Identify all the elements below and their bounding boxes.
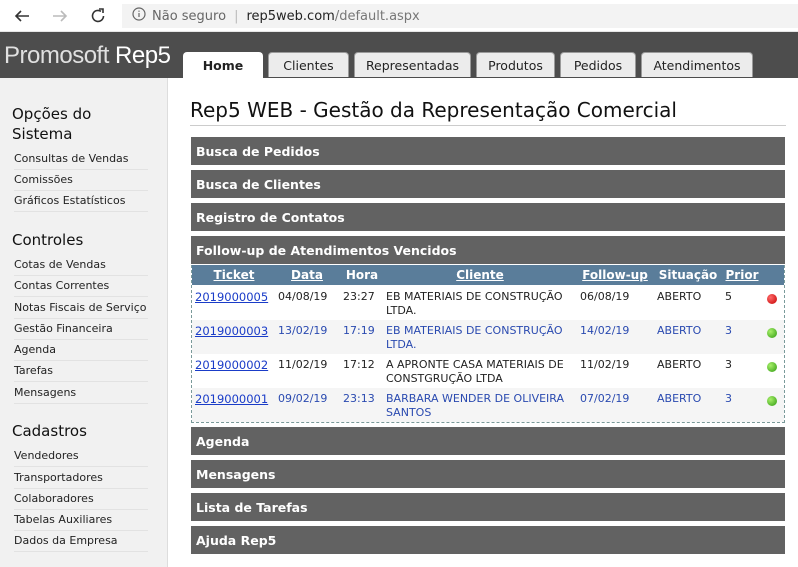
url-host: rep5web.com: [246, 8, 335, 24]
column-cliente[interactable]: Cliente: [440, 265, 520, 285]
sidebar: Opções do Sistema Consultas de Vendas Co…: [0, 78, 168, 567]
table-row[interactable]: 2019000001 09/02/19 23:13 BARBARA WENDER…: [192, 388, 784, 422]
sidebar-item-cotas-vendas[interactable]: Cotas de Vendas: [14, 255, 148, 276]
status-green-icon: [767, 362, 777, 372]
ticket-link[interactable]: 2019000001: [195, 392, 268, 406]
row-status: ABERTO: [657, 324, 702, 337]
section-follow-up[interactable]: Follow-up de Atendimentos Vencidos: [191, 236, 785, 264]
tab-clientes[interactable]: Clientes: [268, 52, 349, 77]
app-logo[interactable]: Promosoft Rep5: [4, 42, 171, 70]
row-client: BARBARA WENDER DE OLIVEIRA SANTOS: [386, 392, 565, 419]
info-icon[interactable]: [132, 7, 146, 25]
forward-arrow-icon[interactable]: [48, 4, 72, 28]
row-followup: 14/02/19: [580, 324, 630, 337]
row-followup: 07/02/19: [580, 392, 630, 405]
tab-representadas[interactable]: Representadas: [354, 52, 471, 77]
sidebar-item-tabelas-auxiliares[interactable]: Tabelas Auxiliares: [14, 510, 148, 531]
column-data[interactable]: Data: [284, 265, 330, 285]
back-arrow-icon[interactable]: [10, 4, 34, 28]
row-client: EB MATERIAIS DE CONSTRUÇÃO LTDA.: [386, 290, 563, 317]
section-busca-pedidos[interactable]: Busca de Pedidos: [191, 137, 785, 165]
address-bar[interactable]: Não seguro | rep5web.com/default.aspx: [122, 4, 798, 28]
section-mensagens[interactable]: Mensagens: [191, 460, 785, 488]
ticket-link[interactable]: 2019000005: [195, 290, 268, 304]
sidebar-item-consultas-vendas[interactable]: Consultas de Vendas: [14, 149, 148, 170]
row-priority: 3: [725, 358, 732, 371]
section-registro-contatos[interactable]: Registro de Contatos: [191, 203, 785, 231]
section-ajuda[interactable]: Ajuda Rep5: [191, 526, 785, 554]
row-date: 13/02/19: [278, 324, 328, 337]
refresh-icon[interactable]: [86, 4, 110, 28]
security-label: Não seguro: [152, 8, 227, 24]
column-hora: Hora: [345, 268, 379, 282]
section-agenda[interactable]: Agenda: [191, 427, 785, 455]
main-tabs: Home Clientes Representadas Produtos Ped…: [183, 52, 758, 78]
column-ticket[interactable]: Ticket: [206, 265, 262, 285]
sidebar-item-colaboradores[interactable]: Colaboradores: [14, 489, 148, 510]
table-row[interactable]: 2019000005 04/08/19 23:27 EB MATERIAIS D…: [192, 286, 784, 320]
row-time: 17:19: [343, 324, 375, 337]
tab-produtos[interactable]: Produtos: [476, 52, 555, 77]
section-busca-clientes[interactable]: Busca de Clientes: [191, 170, 785, 198]
row-client: A APRONTE CASA MATERIAIS DE CONSTGRUÇÃO L…: [386, 358, 564, 385]
row-priority: 3: [725, 392, 732, 405]
sidebar-item-notas-fiscais[interactable]: Notas Fiscais de Serviço: [14, 298, 148, 319]
row-time: 17:12: [343, 358, 375, 371]
row-client: EB MATERIAIS DE CONSTRUÇÃO LTDA.: [386, 324, 563, 351]
column-prior[interactable]: Prior: [724, 265, 760, 285]
table-row[interactable]: 2019000002 11/02/19 17:12 A APRONTE CASA…: [192, 354, 784, 388]
column-situacao: Situação: [658, 268, 718, 282]
section-lista-tarefas[interactable]: Lista de Tarefas: [191, 493, 785, 521]
sidebar-item-vendedores[interactable]: Vendedores: [14, 446, 148, 467]
row-priority: 5: [725, 290, 732, 303]
url-path: /default.aspx: [334, 8, 420, 24]
sidebar-item-transportadores[interactable]: Transportadores: [14, 468, 148, 489]
ticket-link[interactable]: 2019000002: [195, 358, 268, 372]
row-date: 04/08/19: [278, 290, 328, 303]
title-divider: [190, 125, 786, 126]
row-date: 11/02/19: [278, 358, 328, 371]
status-green-icon: [767, 328, 777, 338]
page-title: Rep5 WEB - Gestão da Representação Comer…: [190, 98, 677, 122]
row-time: 23:13: [343, 392, 375, 405]
address-separator: |: [234, 8, 239, 24]
row-priority: 3: [725, 324, 732, 337]
followup-table: Ticket Data Hora Cliente Follow-up Situa…: [191, 265, 785, 423]
table-header: Ticket Data Hora Cliente Follow-up Situa…: [192, 265, 784, 285]
sidebar-section-title: Opções do Sistema: [12, 105, 92, 143]
browser-toolbar: Não seguro | rep5web.com/default.aspx: [0, 0, 798, 32]
table-row[interactable]: 2019000003 13/02/19 17:19 EB MATERIAIS D…: [192, 320, 784, 354]
row-followup: 11/02/19: [580, 358, 630, 371]
ticket-link[interactable]: 2019000003: [195, 324, 268, 338]
sidebar-item-graficos[interactable]: Gráficos Estatísticos: [14, 191, 148, 212]
sidebar-item-agenda[interactable]: Agenda: [14, 340, 148, 361]
row-status: ABERTO: [657, 290, 702, 303]
row-status: ABERTO: [657, 358, 702, 371]
sidebar-item-contas-correntes[interactable]: Contas Correntes: [14, 276, 148, 297]
sidebar-item-gestao-financeira[interactable]: Gestão Financeira: [14, 319, 148, 340]
status-red-icon: [767, 294, 777, 304]
sidebar-item-mensagens[interactable]: Mensagens: [14, 383, 148, 404]
sidebar-section-title: Cadastros: [12, 422, 87, 440]
sidebar-item-tarefas[interactable]: Tarefas: [14, 361, 148, 382]
row-time: 23:27: [343, 290, 375, 303]
tab-home[interactable]: Home: [183, 52, 263, 78]
row-date: 09/02/19: [278, 392, 328, 405]
row-followup: 06/08/19: [580, 290, 630, 303]
sidebar-item-comissoes[interactable]: Comissões: [14, 170, 148, 191]
tab-pedidos[interactable]: Pedidos: [560, 52, 636, 77]
row-status: ABERTO: [657, 392, 702, 405]
sidebar-section-title: Controles: [12, 231, 84, 249]
column-followup[interactable]: Follow-up: [580, 265, 650, 285]
sidebar-item-dados-empresa[interactable]: Dados da Empresa: [14, 531, 148, 552]
status-green-icon: [767, 396, 777, 406]
tab-atendimentos[interactable]: Atendimentos: [641, 52, 753, 77]
